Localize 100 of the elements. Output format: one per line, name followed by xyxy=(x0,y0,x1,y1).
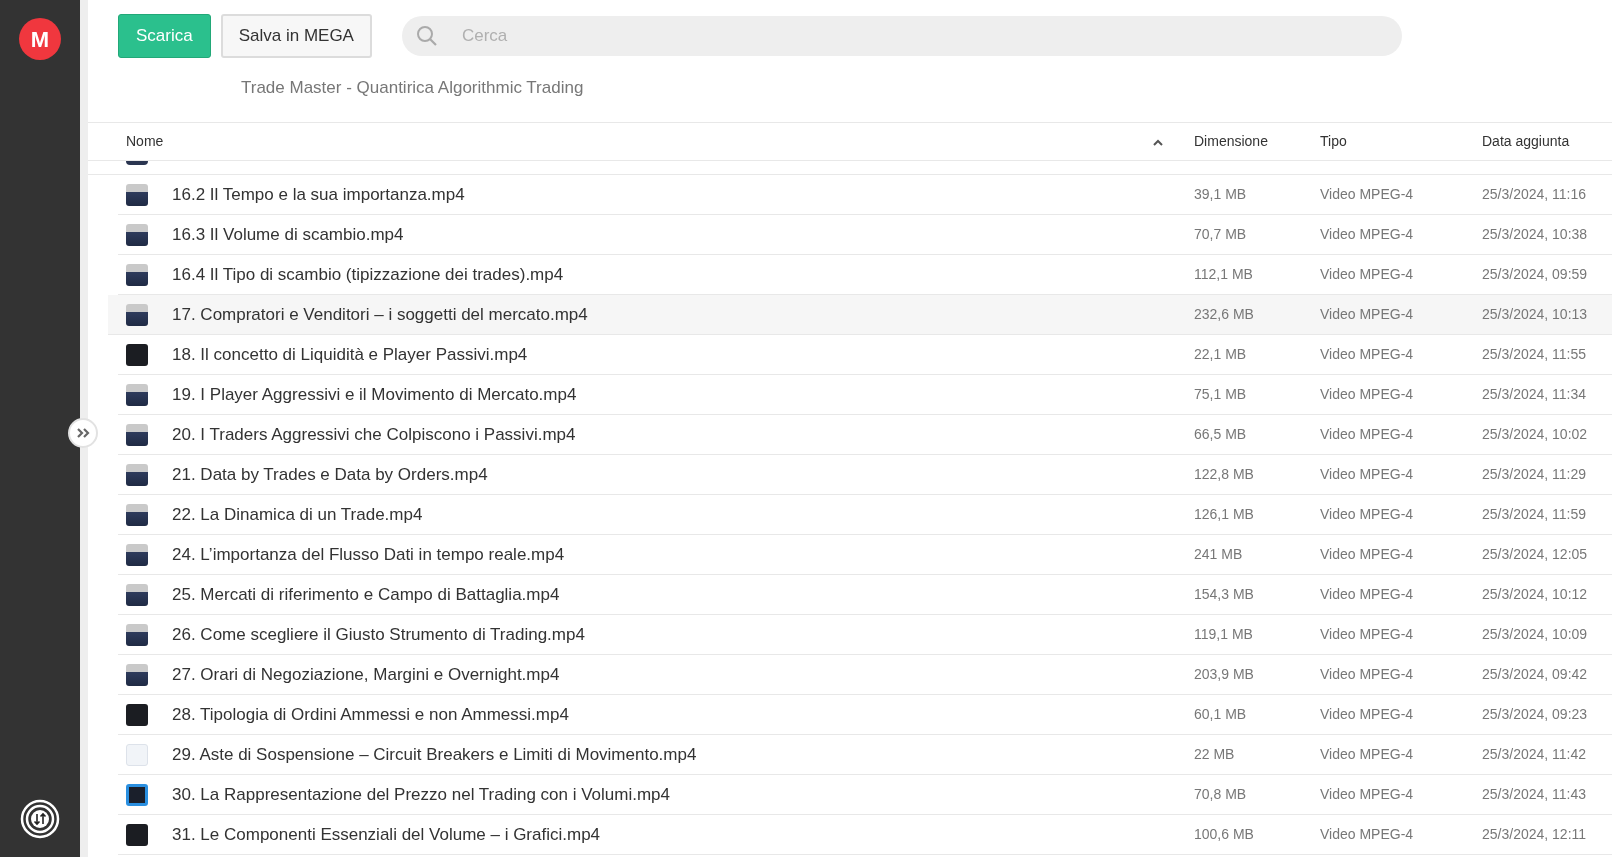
file-type: Video MPEG-4 xyxy=(1320,505,1415,524)
file-name: 22. La Dinamica di un Trade.mp4 xyxy=(172,503,424,526)
file-type: Video MPEG-4 xyxy=(1320,705,1415,724)
video-thumbnail xyxy=(126,161,148,165)
file-row[interactable]: 26. Come scegliere il Giusto Strumento di Trading.mp4 119,1 MB Video MPEG-4 25/3/2024, 10:09 xyxy=(118,615,1612,655)
file-name: 28. Tipologia di Ordini Ammessi e non Ammessi.mp4 xyxy=(172,703,570,726)
file-size: 39,1 MB xyxy=(1194,185,1248,204)
file-row[interactable]: 18. Il concetto di Liquidità e Player Passivi.mp4 22,1 MB Video MPEG-4 25/3/2024, 11:55 xyxy=(118,335,1612,375)
file-row[interactable]: 16.3 Il Volume di scambio.mp4 70,7 MB Video MPEG-4 25/3/2024, 10:38 xyxy=(118,215,1612,255)
video-thumbnail xyxy=(126,583,148,606)
file-name: 25. Mercati di riferimento e Campo di Battaglia.mp4 xyxy=(172,583,561,606)
file-row[interactable]: 24. L’importanza del Flusso Dati in tempo reale.mp4 241 MB Video MPEG-4 25/3/2024, 12:05 xyxy=(118,535,1612,575)
save-button[interactable]: Salva in MEGA xyxy=(220,14,372,58)
video-thumbnail xyxy=(126,783,148,806)
file-size: 60,1 MB xyxy=(1194,705,1248,724)
file-name: 17. Compratori e Venditori – i soggetti del mercato.mp4 xyxy=(172,303,589,326)
file-row[interactable]: 21. Data by Trades e Data by Orders.mp4 122,8 MB Video MPEG-4 25/3/2024, 11:29 xyxy=(118,455,1612,495)
video-thumbnail xyxy=(126,543,148,566)
file-size: 119,1 MB xyxy=(1194,625,1254,644)
video-thumbnail xyxy=(126,343,148,366)
file-size: 154,3 MB xyxy=(1194,585,1255,604)
file-row[interactable]: 28. Tipologia di Ordini Ammessi e non Ammessi.mp4 60,1 MB Video MPEG-4 25/3/2024, 09:23 xyxy=(118,695,1612,735)
file-name: 29. Aste di Sospensione – Circuit Breakers e Limiti di Movimento.mp4 xyxy=(172,743,698,766)
file-size: 22,1 MB xyxy=(1194,345,1248,364)
file-row[interactable]: 25. Mercati di riferimento e Campo di Battaglia.mp4 154,3 MB Video MPEG-4 25/3/2024, 10:12 xyxy=(118,575,1612,615)
file-name: 26. Come scegliere il Giusto Strumento di Trading.mp4 xyxy=(172,623,586,646)
date-added: 25/3/2024, 11:34 xyxy=(1482,385,1587,404)
date-added: 25/3/2024, 12:11 xyxy=(1482,825,1587,844)
video-thumbnail xyxy=(126,703,148,726)
file-type: Video MPEG-4 xyxy=(1320,425,1415,444)
file-name: 16.2 Il Tempo e la sua importanza.mp4 xyxy=(172,183,466,206)
file-name: 24. L’importanza del Flusso Dati in tempo reale.mp4 xyxy=(172,543,566,566)
column-header[interactable]: Data aggiunta xyxy=(1482,131,1570,152)
file-name: 19. I Player Aggressivi e il Movimento di Mercato.mp4 xyxy=(172,383,578,406)
video-thumbnail xyxy=(126,423,148,446)
video-thumbnail xyxy=(126,623,148,646)
file-size: 122,8 MB xyxy=(1194,465,1255,484)
file-name: 20. I Traders Aggressivi che Colpiscono i Passivi.mp4 xyxy=(172,423,577,446)
date-added: 25/3/2024, 11:43 xyxy=(1482,785,1587,804)
file-name: 27. Orari di Negoziazione, Margini e Overnight.mp4 xyxy=(172,663,561,686)
file-type: Video MPEG-4 xyxy=(1320,305,1415,324)
file-type: Video MPEG-4 xyxy=(1320,225,1415,244)
video-thumbnail xyxy=(126,223,148,246)
file-size: 70,7 MB xyxy=(1194,225,1248,244)
date-added: 25/3/2024, 11:16 xyxy=(1482,185,1587,204)
video-thumbnail xyxy=(126,463,148,486)
file-type: Video MPEG-4 xyxy=(1320,465,1415,484)
video-thumbnail xyxy=(126,743,148,766)
file-name: 30. La Rappresentazione del Prezzo nel Trading con i Volumi.mp4 xyxy=(172,783,672,806)
date-added: 25/3/2024, 10:13 xyxy=(1482,305,1588,324)
search-field[interactable]: Cerca xyxy=(401,16,1402,56)
date-added: 25/3/2024, 11:42 xyxy=(1482,745,1587,764)
video-thumbnail xyxy=(126,503,148,526)
date-added: 25/3/2024, 11:29 xyxy=(1482,465,1587,484)
file-size: 203,9 MB xyxy=(1194,665,1255,684)
date-added: 25/3/2024, 10:38 xyxy=(1482,225,1588,244)
date-added: 25/3/2024, 09:42 xyxy=(1482,665,1588,684)
file-type: Video MPEG-4 xyxy=(1320,385,1415,404)
file-size: 66,5 MB xyxy=(1194,425,1248,444)
column-header[interactable]: Dimensione xyxy=(1194,131,1320,152)
file-row[interactable]: 29. Aste di Sospensione – Circuit Breakers e Limiti di Movimento.mp4 22 MB Video MPEG-4 25/3/2024, 11:42 xyxy=(118,735,1612,775)
file-type: Video MPEG-4 xyxy=(1320,345,1415,364)
search-icon xyxy=(415,25,438,47)
video-thumbnail xyxy=(126,663,148,686)
file-name: 18. Il concetto di Liquidità e Player Passivi.mp4 xyxy=(172,343,529,366)
file-row[interactable]: 20. I Traders Aggressivi che Colpiscono i Passivi.mp4 66,5 MB Video MPEG-4 25/3/2024, 10:02 xyxy=(118,415,1612,455)
file-row[interactable]: 30. La Rappresentazione del Prezzo nel Trading con i Volumi.mp4 70,8 MB Video MPEG-4 25/3/2024, 11:43 xyxy=(118,775,1612,815)
file-type: Video MPEG-4 xyxy=(1320,585,1415,604)
date-added: 25/3/2024, 09:23 xyxy=(1482,705,1588,724)
video-thumbnail xyxy=(126,263,148,286)
file-size: 241 MB xyxy=(1194,545,1244,564)
file-size: 22 MB xyxy=(1194,745,1236,764)
file-row[interactable]: 17. Compratori e Venditori – i soggetti del mercato.mp4 232,6 MB Video MPEG-4 25/3/2024, 10:13 xyxy=(108,295,1612,335)
logo[interactable]: M xyxy=(19,18,61,60)
transfers-icon[interactable] xyxy=(20,799,60,839)
file-type: Video MPEG-4 xyxy=(1320,185,1415,204)
date-added: 25/3/2024, 11:59 xyxy=(1482,505,1587,524)
video-thumbnail xyxy=(126,303,148,326)
file-type: Video MPEG-4 xyxy=(1320,745,1415,764)
date-added: 25/3/2024, 09:59 xyxy=(1482,265,1588,284)
column-header[interactable]: Nome xyxy=(88,131,1128,152)
file-row[interactable]: 16.2 Il Tempo e la sua importanza.mp4 39,1 MB Video MPEG-4 25/3/2024, 11:16 xyxy=(118,175,1612,215)
folder-title: Trade Master - Quantirica Algorithmic Trading xyxy=(241,77,584,99)
sort-ascending-icon[interactable] xyxy=(1152,137,1164,146)
video-thumbnail xyxy=(126,823,148,846)
file-row[interactable]: 31. Le Componenti Essenziali del Volume – i Grafici.mp4 100,6 MB Video MPEG-4 25/3/2024, 12:11 xyxy=(118,815,1612,855)
file-row[interactable]: 27. Orari di Negoziazione, Margini e Overnight.mp4 203,9 MB Video MPEG-4 25/3/2024, 09:42 xyxy=(118,655,1612,695)
date-added: 25/3/2024, 11:55 xyxy=(1482,345,1587,364)
date-added: 25/3/2024, 12:05 xyxy=(1482,545,1588,564)
file-type: Video MPEG-4 xyxy=(1320,545,1415,564)
date-added: 25/3/2024, 10:02 xyxy=(1482,425,1588,444)
column-header[interactable]: Tipo xyxy=(1320,131,1482,152)
file-name: 31. Le Componenti Essenziali del Volume – i Grafici.mp4 xyxy=(172,823,602,846)
file-row[interactable]: 19. I Player Aggressivi e il Movimento di Mercato.mp4 75,1 MB Video MPEG-4 25/3/2024, 11:34 xyxy=(118,375,1612,415)
file-type: Video MPEG-4 xyxy=(1320,665,1415,684)
file-name: 16.4 Il Tipo di scambio (tipizzazione dei trades).mp4 xyxy=(172,263,565,286)
file-row[interactable]: 22. La Dinamica di un Trade.mp4 126,1 MB Video MPEG-4 25/3/2024, 11:59 xyxy=(118,495,1612,535)
file-name: 21. Data by Trades e Data by Orders.mp4 xyxy=(172,463,489,486)
expand-button[interactable] xyxy=(68,418,98,448)
file-size: 70,8 MB xyxy=(1194,785,1248,804)
